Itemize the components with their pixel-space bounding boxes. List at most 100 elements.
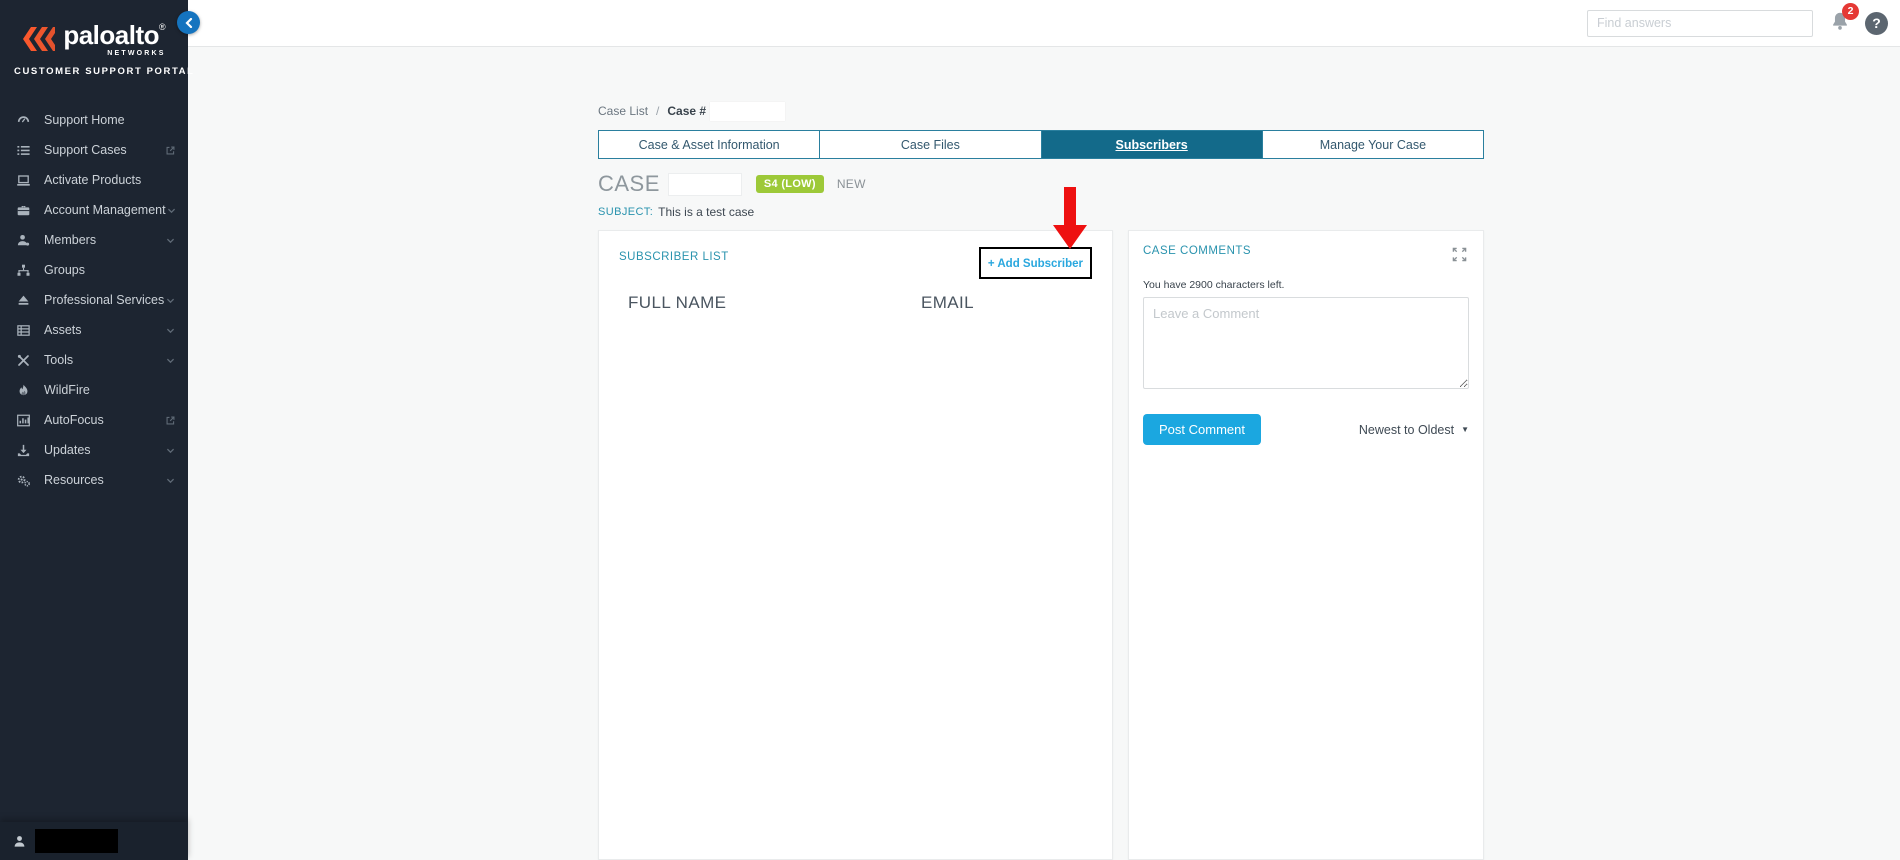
sidebar-collapse-button[interactable] — [177, 11, 200, 34]
briefcase-icon — [16, 203, 31, 218]
brand-logo: paloalto® NETWORKS CUSTOMER SUPPORT PORT… — [0, 0, 195, 87]
subject-label: SUBJECT: — [598, 206, 654, 218]
case-list-icon — [16, 143, 31, 158]
sidebar-item[interactable]: AutoFocus — [0, 405, 188, 435]
user-icon — [12, 834, 27, 849]
chart-icon — [16, 413, 31, 428]
sidebar-item-label: Activate Products — [44, 173, 142, 187]
subscriber-list-title: SUBSCRIBER LIST — [619, 251, 729, 263]
sidebar-item[interactable]: WildFire — [0, 375, 188, 405]
chevron-down-icon — [165, 325, 176, 336]
sort-dropdown[interactable]: Newest to Oldest ▼ — [1359, 423, 1469, 437]
tools-icon — [16, 353, 31, 368]
case-tabs: Case & Asset Information Case Files Subs… — [598, 130, 1484, 159]
chevron-down-icon — [165, 235, 176, 246]
subject-text: This is a test case — [658, 205, 755, 219]
sidebar-item-label: Resources — [44, 473, 104, 487]
member-icon — [16, 233, 31, 248]
eject-icon — [16, 293, 31, 308]
gauge-icon — [16, 113, 31, 128]
sidebar: paloalto® NETWORKS CUSTOMER SUPPORT PORT… — [0, 0, 200, 860]
sidebar-item[interactable]: Updates — [0, 435, 188, 465]
breadcrumb-separator: / — [656, 104, 660, 118]
sidebar-item-label: Tools — [44, 353, 74, 367]
sidebar-item-label: WildFire — [44, 383, 90, 397]
org-icon — [16, 263, 31, 278]
flame-icon — [16, 383, 31, 398]
characters-left-text: You have 2900 characters left. — [1143, 279, 1285, 291]
column-full-name: FULL NAME — [628, 293, 727, 312]
external-link-icon — [165, 415, 176, 426]
sidebar-item-label: Account Management — [44, 203, 166, 217]
brand-name: paloalto — [63, 20, 160, 50]
user-account-strip[interactable] — [0, 822, 188, 860]
chevron-down-icon — [165, 475, 176, 486]
sidebar-item[interactable]: Resources — [0, 465, 188, 495]
subscriber-list-panel: SUBSCRIBER LIST + Add Subscriber FULL NA… — [598, 187, 1113, 860]
tab[interactable]: Case Files — [820, 131, 1042, 158]
portal-title: CUSTOMER SUPPORT PORTAL — [14, 66, 195, 77]
chevron-down-icon — [166, 205, 177, 216]
registered-mark: ® — [159, 22, 166, 32]
add-subscriber-button[interactable]: + Add Subscriber — [978, 247, 1092, 279]
case-comments-title: CASE COMMENTS — [1143, 245, 1252, 257]
grid-icon — [16, 323, 31, 338]
breadcrumb: Case List / Case # — [598, 100, 1484, 122]
chevron-down-icon — [165, 295, 176, 306]
case-title: CASE — [598, 171, 660, 196]
tab[interactable]: Case & Asset Information — [599, 131, 821, 158]
topbar: 2 ? — [188, 0, 1900, 47]
help-button[interactable]: ? — [1865, 11, 1888, 35]
breadcrumb-case-list[interactable]: Case List — [598, 104, 648, 118]
status-badge: NEW — [836, 177, 866, 191]
gears-icon — [16, 473, 31, 488]
redacted-username — [35, 829, 118, 853]
add-subscriber-label: + Add Subscriber — [987, 258, 1083, 270]
sidebar-item-label: Updates — [44, 443, 91, 457]
subscriber-table-header: FULL NAME EMAIL — [619, 293, 1092, 313]
subject-row: SUBJECT: This is a test case — [598, 202, 1484, 222]
paloalto-logo-icon — [23, 27, 56, 51]
sidebar-item-label: Support Home — [44, 113, 125, 127]
comment-input[interactable] — [1143, 297, 1469, 389]
tab[interactable]: Manage Your Case — [1262, 131, 1483, 158]
sidebar-item-label: Members — [44, 233, 97, 247]
column-email: EMAIL — [921, 293, 975, 312]
sidebar-item-label: Groups — [44, 263, 85, 277]
chevron-down-icon — [165, 445, 176, 456]
post-comment-button[interactable]: Post Comment — [1143, 414, 1261, 445]
caret-down-icon: ▼ — [1461, 425, 1469, 434]
tab-label: Case Files — [900, 137, 960, 152]
sidebar-item-label: Assets — [44, 323, 82, 337]
breadcrumb-case-number: Case # — [667, 104, 707, 118]
search-input[interactable] — [1587, 9, 1813, 37]
sidebar-item[interactable]: Professional Services — [0, 285, 188, 315]
sidebar-item[interactable]: Activate Products — [0, 165, 188, 195]
tab-label: Subscribers — [1115, 137, 1188, 152]
tab[interactable]: Subscribers — [1041, 131, 1263, 158]
sidebar-item-label: Support Cases — [44, 143, 127, 157]
chevron-down-icon — [165, 355, 176, 366]
laptop-icon — [16, 173, 31, 188]
sidebar-item[interactable]: Support Cases — [0, 135, 188, 165]
severity-badge: S4 (LOW) — [755, 175, 824, 193]
case-comments-panel: CASE COMMENTS You have 2900 characters l… — [1128, 230, 1484, 860]
redacted-case-number — [710, 101, 786, 121]
notification-badge: 2 — [1842, 2, 1859, 20]
sidebar-item[interactable]: Account Management — [0, 195, 188, 225]
external-link-icon — [165, 145, 176, 156]
sidebar-item-label: Professional Services — [44, 293, 165, 307]
sidebar-item[interactable]: Members — [0, 225, 188, 255]
notifications-button[interactable]: 2 — [1829, 2, 1859, 37]
tab-label: Manage Your Case — [1319, 137, 1427, 152]
main-content: Case List / Case # Case & Asset Informat… — [188, 47, 1900, 860]
expand-icon[interactable] — [1450, 245, 1469, 267]
sidebar-item[interactable]: Groups — [0, 255, 188, 285]
sidebar-item[interactable]: Support Home — [0, 105, 188, 135]
case-header: CASE S4 (LOW) NEW — [598, 169, 1484, 199]
sidebar-nav: Support Home Support Cases Activate Prod… — [0, 105, 188, 495]
sidebar-item[interactable]: Assets — [0, 315, 188, 345]
download-icon — [16, 443, 31, 458]
sidebar-item[interactable]: Tools — [0, 345, 188, 375]
sidebar-item-label: AutoFocus — [44, 413, 104, 427]
